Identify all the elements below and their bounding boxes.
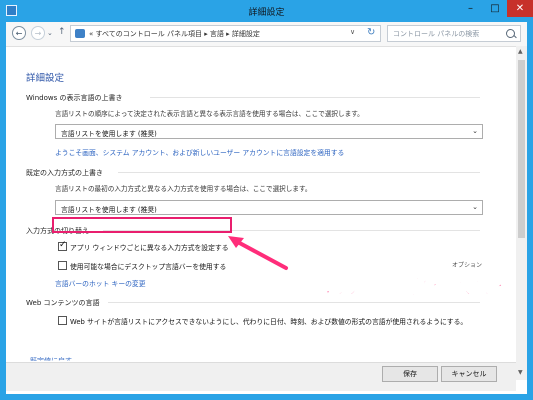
search-placeholder: コントロール パネルの検索 bbox=[393, 30, 480, 38]
display-language-description: 言語リストの順序によって決定された表示言語と異なる表示言語を使用する場合は、ここ… bbox=[55, 110, 364, 118]
annotation-arrow-icon bbox=[228, 236, 288, 270]
input-method-description: 言語リストの最初の入力方式と異なる入力方式を使用する場合は、ここで選択します。 bbox=[55, 185, 312, 193]
cancel-button[interactable]: キャンセル bbox=[441, 366, 497, 382]
divider bbox=[118, 172, 480, 173]
display-language-heading: Windows の表示言語の上書き bbox=[26, 94, 123, 102]
vertical-scrollbar[interactable]: ▲ ▼ bbox=[516, 46, 527, 380]
back-arrow-icon[interactable]: ← bbox=[12, 26, 26, 40]
address-path[interactable]: « すべてのコントロール パネル項目 ▸ 言語 ▸ 詳細設定 bbox=[89, 29, 260, 39]
window-title: 詳細設定 bbox=[248, 8, 285, 18]
chevron-down-icon[interactable]: ∨ bbox=[350, 28, 355, 36]
close-button[interactable]: ✕ bbox=[507, 0, 533, 17]
footer-bar bbox=[6, 362, 516, 391]
minimize-button[interactable]: – bbox=[458, 0, 483, 17]
display-language-select[interactable]: 言語リストを使用します (推奨) ⌄ bbox=[55, 124, 483, 139]
chevron-down-icon: ⌄ bbox=[472, 127, 478, 135]
page-title: 詳細設定 bbox=[26, 73, 65, 84]
input-method-select[interactable]: 言語リストを使用します (推奨) ⌄ bbox=[55, 200, 483, 215]
option-tag: オプション bbox=[452, 262, 483, 269]
divider bbox=[108, 302, 480, 303]
desktop-language-bar-checkbox[interactable] bbox=[58, 261, 67, 270]
checkmark-icon: ✓ bbox=[59, 240, 67, 250]
input-method-heading: 既定の入力方式の上書き bbox=[26, 169, 103, 177]
input-method-select-value: 言語リストを使用します (推奨) bbox=[61, 206, 157, 214]
control-panel-icon bbox=[75, 29, 85, 38]
window: 詳細設定 – □ ✕ ← → ⌄ ↑ « すべてのコントロール パネル項目 ▸ … bbox=[0, 0, 533, 400]
web-content-label[interactable]: Web サイトが言語リストにアクセスできないようにし、代わりに日付、時刻、および… bbox=[70, 316, 467, 326]
forward-arrow-icon[interactable]: → bbox=[31, 26, 45, 40]
chevron-down-icon: ⌄ bbox=[472, 203, 478, 211]
highlight-box bbox=[52, 217, 232, 233]
annotation-text: ここにチェックを入れる bbox=[282, 275, 514, 300]
navigation-bar: ← → ⌄ ↑ « すべてのコントロール パネル項目 ▸ 言語 ▸ 詳細設定 ∨… bbox=[6, 22, 527, 47]
per-app-input-label[interactable]: アプリ ウィンドウごとに異なる入力方式を設定する bbox=[70, 242, 229, 252]
save-button[interactable]: 保存 bbox=[382, 366, 438, 382]
maximize-button[interactable]: □ bbox=[483, 0, 507, 17]
web-content-checkbox[interactable] bbox=[58, 316, 67, 325]
desktop-language-bar-label[interactable]: 使用可能な場合にデスクトップ言語バーを使用する bbox=[70, 261, 226, 271]
title-bar: 詳細設定 – □ ✕ bbox=[0, 0, 533, 22]
up-arrow-icon[interactable]: ↑ bbox=[58, 27, 66, 37]
language-bar-hotkeys-link[interactable]: 言語バーのホット キーの変更 bbox=[55, 278, 146, 288]
scroll-down-icon[interactable]: ▼ bbox=[518, 369, 523, 376]
search-icon[interactable] bbox=[506, 29, 515, 38]
divider bbox=[150, 97, 480, 98]
per-app-input-checkbox[interactable]: ✓ bbox=[58, 240, 67, 251]
recent-locations-icon[interactable]: ⌄ bbox=[47, 29, 53, 37]
refresh-icon[interactable]: ↻ bbox=[367, 27, 375, 38]
scrollbar-thumb[interactable] bbox=[518, 60, 525, 238]
address-bar[interactable]: « すべてのコントロール パネル項目 ▸ 言語 ▸ 詳細設定 ∨ ↻ bbox=[70, 25, 381, 42]
apply-language-settings-link[interactable]: ようこそ画面、システム アカウント、および新しいユーザー アカウントに言語設定を… bbox=[55, 147, 344, 157]
web-content-heading: Web コンテンツの言語 bbox=[26, 299, 100, 307]
display-language-select-value: 言語リストを使用します (推奨) bbox=[61, 130, 157, 138]
search-input[interactable]: コントロール パネルの検索 bbox=[387, 25, 521, 42]
scroll-up-icon[interactable]: ▲ bbox=[518, 48, 523, 55]
